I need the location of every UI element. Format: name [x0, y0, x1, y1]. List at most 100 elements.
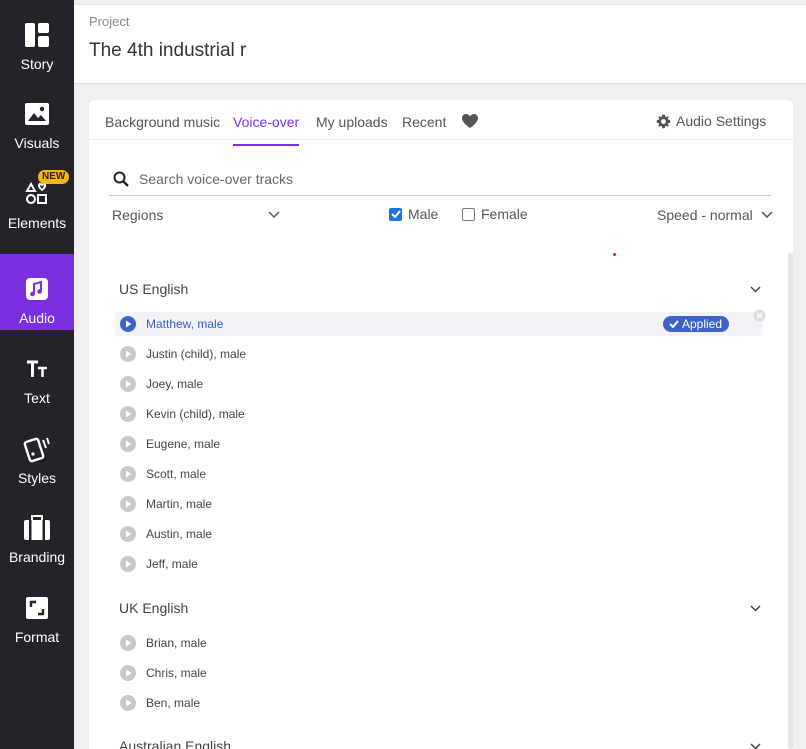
play-icon[interactable]	[120, 556, 136, 572]
voice-name: Justin (child), male	[146, 347, 247, 361]
remove-icon[interactable]	[753, 309, 766, 327]
voice-name: Chris, male	[146, 666, 207, 680]
audio-settings-button[interactable]: Audio Settings	[656, 113, 766, 129]
regions-label: Regions	[112, 207, 164, 223]
voice-name: Scott, male	[146, 467, 207, 481]
text-icon	[26, 354, 48, 384]
filters-bar: Regions Male Female Speed - normal	[89, 202, 793, 230]
search-input[interactable]	[139, 171, 739, 187]
sidebar: Story Visuals Elements NEW Audio Text St…	[0, 0, 74, 749]
play-icon[interactable]	[120, 496, 136, 512]
voice-name: Joey, male	[146, 377, 204, 391]
styles-icon	[23, 434, 51, 464]
music-note-icon	[25, 274, 49, 304]
chevron-down-icon	[750, 604, 761, 612]
sidebar-item-label: Branding	[8, 549, 66, 565]
briefcase-icon	[23, 513, 51, 543]
male-label: Male	[408, 206, 439, 222]
tab-recent[interactable]: Recent	[402, 114, 446, 130]
voice-row[interactable]: Martin, male	[115, 492, 763, 516]
audio-panel: Background music Voice-over My uploads R…	[89, 100, 793, 749]
chevron-down-icon	[761, 211, 773, 219]
search-icon	[109, 171, 129, 187]
voice-row[interactable]: Kevin (child), male	[115, 402, 763, 426]
sidebar-item-branding[interactable]: Branding	[0, 493, 74, 569]
active-tab-indicator	[233, 144, 299, 146]
female-label: Female	[481, 206, 528, 222]
play-icon[interactable]	[120, 665, 136, 681]
audio-settings-label: Audio Settings	[676, 113, 767, 129]
project-title[interactable]: The 4th industrial r	[89, 40, 246, 62]
sidebar-item-visuals[interactable]: Visuals	[0, 79, 74, 155]
chevron-down-icon	[268, 211, 280, 219]
checkbox-unchecked-icon	[462, 207, 475, 221]
image-icon	[24, 99, 50, 129]
sidebar-item-label: Elements	[7, 215, 67, 231]
tab-my-uploads[interactable]: My uploads	[316, 114, 388, 130]
checkbox-checked-icon	[389, 207, 402, 221]
play-icon[interactable]	[120, 466, 136, 482]
voice-row[interactable]: Chris, male	[115, 661, 763, 685]
voice-name: Ben, male	[146, 696, 201, 710]
check-icon	[669, 320, 679, 328]
sidebar-item-styles[interactable]: Styles	[0, 414, 74, 490]
search-bar	[109, 163, 771, 196]
sidebar-item-text[interactable]: Text	[0, 334, 74, 410]
section-title: US English	[119, 281, 189, 297]
voice-name: Martin, male	[146, 497, 213, 511]
voice-name: Brian, male	[146, 636, 207, 650]
tab-background-music[interactable]: Background music	[105, 114, 220, 130]
audio-tabs: Background music Voice-over My uploads R…	[89, 100, 793, 140]
voice-row[interactable]: Ben, male	[115, 691, 763, 715]
chevron-down-icon	[750, 285, 761, 293]
chevron-down-icon	[750, 742, 761, 749]
play-icon[interactable]	[120, 346, 136, 362]
project-label: Project	[89, 14, 130, 29]
play-icon[interactable]	[120, 406, 136, 422]
tab-voice-over[interactable]: Voice-over	[233, 114, 299, 130]
sidebar-item-label: Audio	[19, 310, 55, 326]
applied-label: Applied	[682, 317, 723, 331]
sidebar-item-label: Story	[20, 56, 54, 72]
play-icon[interactable]	[120, 316, 136, 332]
voice-name: Austin, male	[146, 527, 213, 541]
speed-dropdown[interactable]: Speed - normal	[657, 207, 773, 223]
voice-row[interactable]: Eugene, male	[115, 432, 763, 456]
sidebar-item-label: Visuals	[14, 135, 60, 151]
speed-label: Speed - normal	[657, 207, 753, 223]
voice-row[interactable]: Brian, male	[115, 631, 763, 655]
play-icon[interactable]	[120, 436, 136, 452]
play-icon[interactable]	[120, 635, 136, 651]
sidebar-item-story[interactable]: Story	[0, 0, 74, 76]
voice-name: Jeff, male	[146, 557, 198, 571]
voice-name: Kevin (child), male	[146, 407, 245, 421]
sidebar-item-audio[interactable]: Audio	[0, 254, 74, 330]
scrollbar[interactable]	[788, 253, 793, 749]
voice-row[interactable]: Jeff, male	[115, 552, 763, 576]
section-title: Australian English	[119, 738, 232, 749]
voice-row[interactable]: Joey, male	[115, 372, 763, 396]
sidebar-item-format[interactable]: Format	[0, 573, 74, 649]
project-header: Project The 4th industrial r	[74, 4, 806, 84]
female-checkbox[interactable]: Female	[462, 206, 528, 222]
story-icon	[24, 20, 50, 50]
section-uk-english[interactable]: UK English	[119, 600, 761, 616]
regions-dropdown[interactable]: Regions	[112, 207, 280, 223]
sidebar-item-label: Styles	[17, 470, 57, 486]
red-dot	[613, 253, 616, 256]
play-icon[interactable]	[120, 695, 136, 711]
voice-row[interactable]: Scott, male	[115, 462, 763, 486]
voice-row[interactable]: Austin, male	[115, 522, 763, 546]
voice-row-matthew[interactable]: Matthew, male Applied	[115, 312, 763, 336]
heart-icon[interactable]	[461, 113, 479, 134]
voice-name: Eugene, male	[146, 437, 221, 451]
gear-icon	[656, 113, 671, 129]
voice-row[interactable]: Justin (child), male	[115, 342, 763, 366]
applied-badge: Applied	[663, 316, 730, 332]
play-icon[interactable]	[120, 376, 136, 392]
play-icon[interactable]	[120, 526, 136, 542]
section-australian-english[interactable]: Australian English	[119, 738, 761, 749]
section-title: UK English	[119, 600, 189, 616]
male-checkbox[interactable]: Male	[389, 206, 438, 222]
section-us-english[interactable]: US English	[119, 281, 761, 297]
